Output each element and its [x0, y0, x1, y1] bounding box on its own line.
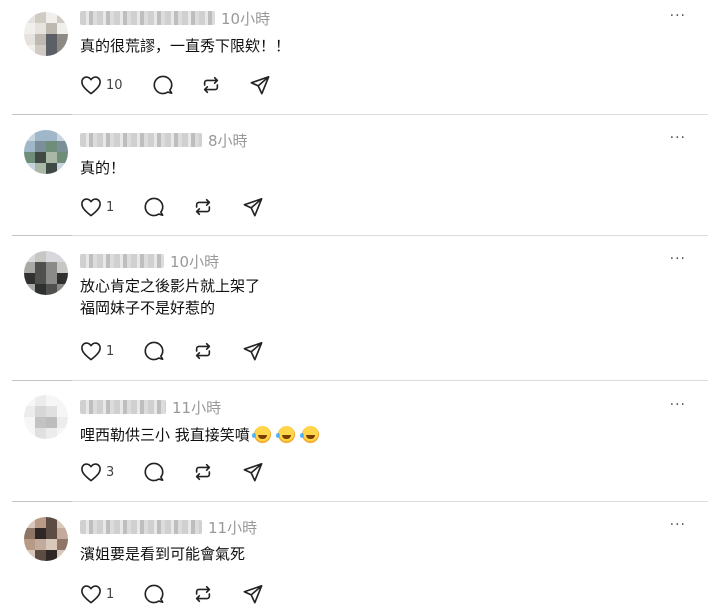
like-button[interactable]: 1 — [80, 584, 116, 604]
like-count: 1 — [106, 586, 115, 602]
post-text: 放心肯定之後影片就上架了 福岡妹子不是好惹的 — [80, 275, 260, 319]
action-bar: 3 — [80, 461, 263, 483]
post-text: 真的！ — [80, 157, 125, 179]
send-icon — [243, 197, 263, 217]
more-options-icon[interactable]: ··· — [670, 8, 686, 24]
username-blurred[interactable] — [80, 254, 164, 268]
repost-icon — [193, 462, 213, 482]
repost-icon — [193, 584, 213, 604]
heart-icon — [80, 584, 102, 604]
like-button[interactable]: 1 — [80, 341, 116, 361]
comment-icon — [144, 462, 164, 482]
send-icon — [243, 584, 263, 604]
reply-button[interactable] — [144, 341, 164, 361]
more-options-icon[interactable]: ··· — [670, 397, 686, 413]
action-bar: 1 — [80, 340, 263, 362]
post-header: 8小時 — [80, 130, 248, 151]
like-count: 3 — [106, 464, 115, 480]
send-icon — [243, 341, 263, 361]
more-options-icon[interactable]: ··· — [670, 130, 686, 146]
repost-icon — [193, 341, 213, 361]
avatar[interactable] — [24, 12, 68, 56]
heart-icon — [80, 75, 102, 95]
post-time[interactable]: 8小時 — [208, 130, 248, 151]
more-options-icon[interactable]: ··· — [670, 251, 686, 267]
reply-post: 10小時 ··· 放心肯定之後影片就上架了 福岡妹子不是好惹的 1 — [0, 236, 708, 381]
comment-icon — [144, 584, 164, 604]
reply-post: 11小時 ··· 哩西勒供三小 我直接笑噴 3 — [0, 381, 708, 502]
post-text-line: 濱姐要是看到可能會氣死 — [80, 545, 246, 563]
repost-icon — [201, 75, 221, 95]
heart-icon — [80, 197, 102, 217]
post-text-line: 哩西勒供三小 我直接笑噴 — [80, 424, 319, 446]
post-text-line: 福岡妹子不是好惹的 — [80, 299, 216, 317]
more-options-icon[interactable]: ··· — [670, 517, 686, 533]
heart-icon — [80, 462, 102, 482]
post-text-line: 真的很荒謬，一直秀下限欸！！ — [80, 37, 291, 55]
repost-icon — [193, 197, 213, 217]
post-text-line: 真的！ — [80, 159, 126, 177]
comment-icon — [153, 75, 173, 95]
comment-icon — [144, 197, 164, 217]
reply-post: 8小時 ··· 真的！ 1 — [0, 115, 708, 236]
post-header: 11小時 — [80, 517, 257, 538]
action-bar: 10 — [80, 74, 270, 96]
post-text-line: 放心肯定之後影片就上架了 — [80, 277, 261, 295]
share-button[interactable] — [250, 75, 270, 95]
repost-button[interactable] — [193, 462, 213, 482]
repost-button[interactable] — [193, 341, 213, 361]
post-header: 10小時 — [80, 8, 270, 29]
post-time[interactable]: 10小時 — [170, 251, 219, 272]
username-blurred[interactable] — [80, 133, 202, 147]
reply-post: 10小時 ··· 真的很荒謬，一直秀下限欸！！ 10 — [0, 0, 708, 115]
reply-button[interactable] — [153, 75, 173, 95]
like-count: 1 — [106, 343, 115, 359]
like-count: 1 — [106, 199, 115, 215]
post-text: 濱姐要是看到可能會氣死 — [80, 543, 245, 565]
avatar[interactable] — [24, 517, 68, 561]
post-text: 真的很荒謬，一直秀下限欸！！ — [80, 35, 290, 57]
share-button[interactable] — [243, 584, 263, 604]
username-blurred[interactable] — [80, 400, 166, 414]
like-button[interactable]: 10 — [80, 75, 123, 95]
repost-button[interactable] — [201, 75, 221, 95]
post-header: 10小時 — [80, 251, 219, 272]
comment-icon — [144, 341, 164, 361]
action-bar: 1 — [80, 196, 263, 218]
heart-icon — [80, 341, 102, 361]
rolling-laughing-emoji-icon — [299, 426, 319, 443]
send-icon — [243, 462, 263, 482]
replies-feed: 10小時 ··· 真的很荒謬，一直秀下限欸！！ 10 8小時 ··· 真的！ 1… — [0, 0, 708, 615]
post-text: 哩西勒供三小 我直接笑噴 — [80, 424, 319, 446]
share-button[interactable] — [243, 197, 263, 217]
like-count: 10 — [106, 77, 123, 93]
rolling-laughing-emoji-icon — [251, 426, 271, 443]
reply-button[interactable] — [144, 197, 164, 217]
send-icon — [250, 75, 270, 95]
repost-button[interactable] — [193, 197, 213, 217]
avatar[interactable] — [24, 130, 68, 174]
like-button[interactable]: 1 — [80, 197, 116, 217]
avatar[interactable] — [24, 251, 68, 295]
like-button[interactable]: 3 — [80, 462, 116, 482]
share-button[interactable] — [243, 462, 263, 482]
reply-post: 11小時 ··· 濱姐要是看到可能會氣死 1 — [0, 502, 708, 615]
username-blurred[interactable] — [80, 11, 215, 25]
post-time[interactable]: 11小時 — [208, 517, 257, 538]
post-header: 11小時 — [80, 397, 221, 418]
post-time[interactable]: 11小時 — [172, 397, 221, 418]
action-bar: 1 — [80, 583, 263, 605]
reply-button[interactable] — [144, 462, 164, 482]
post-time[interactable]: 10小時 — [221, 8, 270, 29]
repost-button[interactable] — [193, 584, 213, 604]
rolling-laughing-emoji-icon — [275, 426, 295, 443]
share-button[interactable] — [243, 341, 263, 361]
avatar[interactable] — [24, 395, 68, 439]
username-blurred[interactable] — [80, 520, 202, 534]
reply-button[interactable] — [144, 584, 164, 604]
